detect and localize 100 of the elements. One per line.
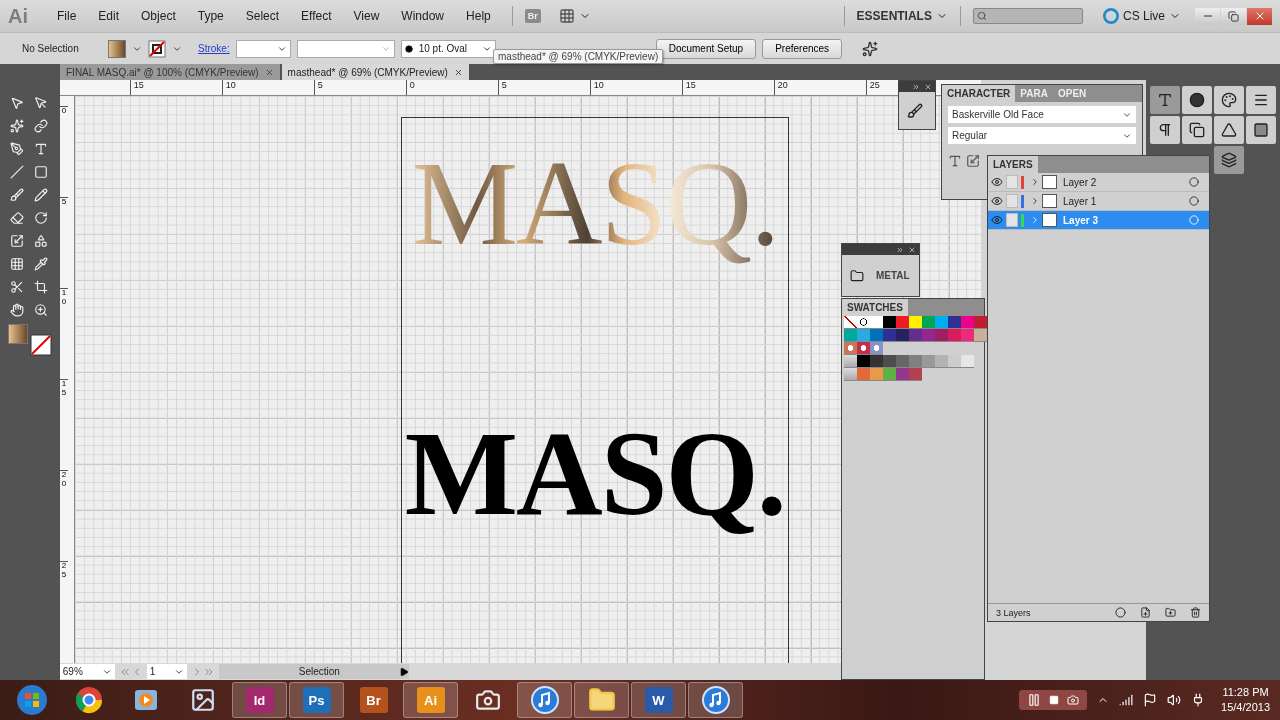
shapes-icon[interactable] bbox=[34, 233, 48, 248]
delete-icon[interactable] bbox=[1190, 607, 1201, 618]
arrow-icon[interactable] bbox=[10, 95, 24, 110]
color-swatch[interactable] bbox=[922, 329, 935, 341]
color-swatch[interactable] bbox=[974, 329, 987, 341]
gradient-swatch[interactable] bbox=[844, 342, 857, 354]
eye-icon[interactable] bbox=[991, 195, 1003, 207]
color-swatch[interactable] bbox=[857, 355, 870, 367]
music-icon[interactable] bbox=[701, 686, 730, 714]
app-icon[interactable]: W bbox=[644, 687, 673, 713]
color-swatch[interactable] bbox=[844, 329, 857, 341]
panel-tab[interactable]: SWATCHES bbox=[842, 299, 908, 316]
lock-toggle[interactable] bbox=[1006, 175, 1018, 189]
signal-icon[interactable] bbox=[1119, 693, 1134, 707]
hand-icon[interactable] bbox=[10, 302, 24, 317]
grid-icon[interactable] bbox=[10, 256, 24, 271]
stroke-none-icon[interactable] bbox=[148, 39, 166, 58]
color-swatch[interactable] bbox=[883, 355, 896, 367]
stroke-link[interactable]: Stroke: bbox=[198, 43, 230, 54]
collapse-icon[interactable] bbox=[896, 245, 904, 254]
close-icon[interactable] bbox=[264, 67, 274, 77]
font-style-dropdown[interactable]: Regular bbox=[948, 127, 1136, 144]
color-swatch[interactable] bbox=[870, 316, 883, 328]
new-layer-icon[interactable] bbox=[1165, 607, 1176, 618]
pencil-icon[interactable] bbox=[34, 187, 48, 202]
camera-icon[interactable] bbox=[1067, 694, 1080, 706]
eye-icon[interactable] bbox=[991, 214, 1003, 226]
layer-row[interactable]: Layer 2 bbox=[988, 173, 1209, 192]
color-swatch[interactable] bbox=[909, 329, 922, 341]
color-swatch[interactable] bbox=[896, 368, 909, 380]
picture-editor-icon[interactable] bbox=[189, 687, 216, 713]
music-icon[interactable] bbox=[530, 686, 559, 714]
menu-item[interactable]: View bbox=[344, 9, 389, 23]
pointer-icon[interactable] bbox=[34, 95, 48, 110]
minimize-button[interactable] bbox=[1195, 7, 1220, 25]
menu-item[interactable]: Type bbox=[188, 9, 233, 23]
gradient-swatch[interactable] bbox=[870, 342, 883, 354]
artboard-field[interactable]: 1 bbox=[146, 664, 187, 679]
close-icon[interactable] bbox=[924, 82, 932, 91]
crop-icon[interactable] bbox=[34, 279, 48, 294]
stroke-weight-field[interactable] bbox=[235, 39, 291, 58]
close-icon[interactable] bbox=[453, 67, 463, 77]
color-swatch[interactable] bbox=[922, 355, 935, 367]
color-swatch[interactable] bbox=[896, 355, 909, 367]
color-swatch[interactable] bbox=[870, 329, 883, 341]
color-swatch[interactable] bbox=[909, 368, 922, 380]
panel-tab[interactable]: LAYERS bbox=[988, 156, 1038, 173]
toolbar-button[interactable]: Preferences bbox=[762, 38, 843, 59]
arrange-documents-icon[interactable] bbox=[558, 8, 575, 24]
color-swatch[interactable] bbox=[935, 329, 948, 341]
none-swatch[interactable] bbox=[844, 316, 857, 328]
close-button[interactable] bbox=[1247, 7, 1272, 25]
camera-icon[interactable] bbox=[474, 687, 501, 713]
color-swatch[interactable] bbox=[948, 316, 961, 328]
pen-icon[interactable] bbox=[10, 141, 24, 156]
menu-item[interactable]: Select bbox=[236, 9, 289, 23]
menu-item[interactable]: File bbox=[48, 9, 86, 23]
collapse-icon[interactable] bbox=[912, 82, 920, 91]
library-name[interactable]: METAL bbox=[876, 270, 910, 281]
line-icon[interactable] bbox=[10, 164, 24, 179]
status-menu[interactable]: Selection bbox=[218, 664, 409, 679]
app-icon[interactable]: Id bbox=[245, 687, 274, 713]
color-swatch[interactable] bbox=[961, 329, 974, 341]
fill-swatch[interactable] bbox=[108, 39, 126, 58]
character-panel-button[interactable] bbox=[1150, 86, 1180, 114]
menu-item[interactable]: Window bbox=[392, 9, 454, 23]
registration-swatch[interactable] bbox=[857, 316, 870, 328]
rectangle-icon[interactable] bbox=[34, 164, 48, 179]
browser-icon[interactable] bbox=[74, 686, 103, 714]
color-swatch[interactable] bbox=[961, 355, 974, 367]
app-icon[interactable]: Br bbox=[359, 687, 388, 713]
color-swatch[interactable] bbox=[974, 316, 987, 328]
stroke-panel-button[interactable] bbox=[1246, 86, 1276, 114]
fill-color-icon[interactable] bbox=[8, 324, 28, 344]
folder-icon[interactable] bbox=[587, 686, 616, 714]
clock[interactable]: 11:28 PM 15/4/2013 bbox=[1215, 684, 1276, 716]
new-sublayer-icon[interactable] bbox=[1140, 607, 1151, 618]
stop-icon[interactable] bbox=[1049, 695, 1060, 705]
menu-item[interactable]: Effect bbox=[292, 9, 341, 23]
layers-button[interactable] bbox=[1214, 146, 1244, 174]
rotate-icon[interactable] bbox=[34, 210, 48, 225]
zoom-field[interactable]: 69% bbox=[59, 664, 115, 679]
workspace-switcher[interactable]: ESSENTIALS bbox=[856, 9, 932, 23]
color-swatch[interactable] bbox=[909, 355, 922, 367]
scissors-icon[interactable] bbox=[10, 279, 24, 294]
color-swatch[interactable] bbox=[961, 316, 974, 328]
color-swatch[interactable] bbox=[896, 316, 909, 328]
panel-tab[interactable]: CHARACTER bbox=[942, 85, 1016, 102]
menu-item[interactable]: Object bbox=[132, 9, 185, 23]
layer-row[interactable]: Layer 1 bbox=[988, 192, 1209, 211]
flag-icon[interactable] bbox=[1143, 693, 1158, 707]
color-swatch[interactable] bbox=[948, 355, 961, 367]
type-icon[interactable] bbox=[34, 141, 48, 156]
gradient-swatch[interactable] bbox=[857, 342, 870, 354]
color-swatch[interactable] bbox=[870, 368, 883, 380]
palette-button[interactable] bbox=[1214, 86, 1244, 114]
color-swatch[interactable] bbox=[883, 329, 896, 341]
color-swatch[interactable] bbox=[883, 316, 896, 328]
paragraph-button[interactable] bbox=[1150, 116, 1180, 144]
transparency-button[interactable] bbox=[1182, 116, 1212, 144]
